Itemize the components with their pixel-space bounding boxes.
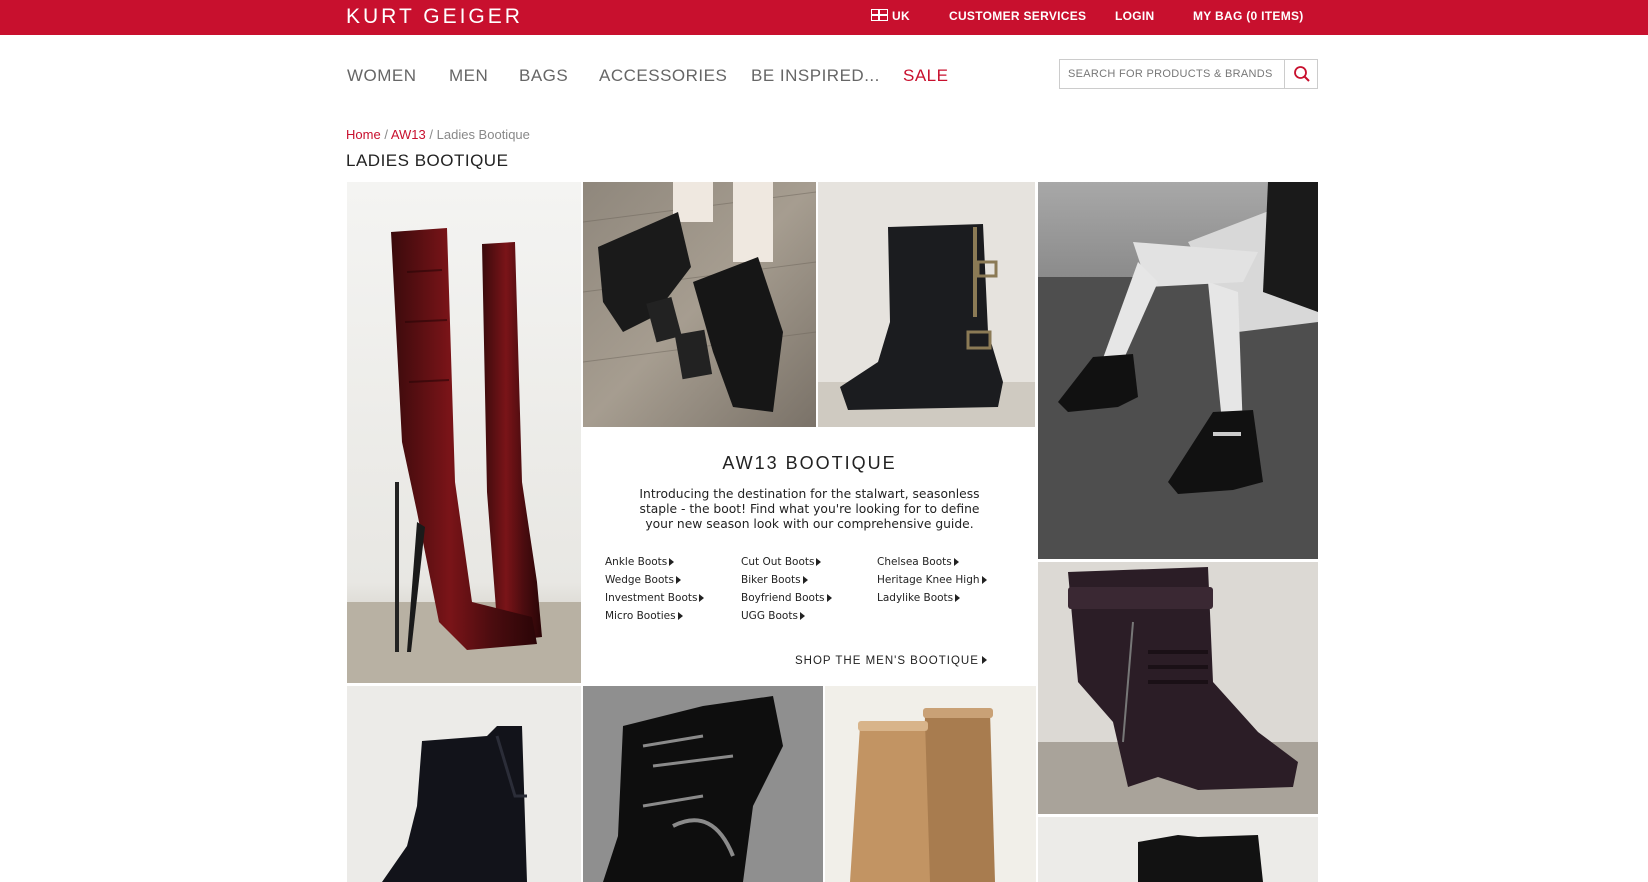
- link-ugg-boots[interactable]: UGG Boots: [741, 610, 805, 622]
- arrow-right-icon: [669, 558, 675, 566]
- breadcrumb: Home / AW13 / Ladies Bootique: [346, 127, 530, 142]
- link-label: Ankle Boots: [605, 556, 668, 568]
- arrow-right-icon: [699, 594, 705, 602]
- nav-bags[interactable]: BAGS: [519, 66, 568, 86]
- arrow-right-icon: [953, 558, 959, 566]
- mens-bootique-link[interactable]: SHOP THE MEN'S BOOTIQUE: [795, 655, 987, 667]
- link-label: Wedge Boots: [605, 574, 674, 586]
- bootique-intro: Introducing the destination for the stal…: [639, 487, 980, 531]
- tile-red-knee-boots[interactable]: [347, 182, 581, 683]
- arrow-right-icon: [955, 594, 961, 602]
- bootique-title: AW13 BOOTIQUE: [722, 453, 897, 473]
- arrow-right-icon: [981, 576, 987, 584]
- link-label: Biker Boots: [741, 574, 801, 586]
- nav-accessories[interactable]: ACCESSORIES: [599, 66, 727, 86]
- link-ankle-boots[interactable]: Ankle Boots: [605, 556, 675, 568]
- arrow-right-icon: [826, 594, 832, 602]
- page-title: LADIES BOOTIQUE: [346, 151, 509, 170]
- nav-women[interactable]: WOMEN: [347, 66, 417, 86]
- customer-services-link[interactable]: CUSTOMER SERVICES: [949, 9, 1086, 23]
- link-label: Ladylike Boots: [877, 592, 954, 604]
- link-heritage-knee-high[interactable]: Heritage Knee High: [877, 574, 987, 586]
- search-input[interactable]: [1060, 60, 1286, 88]
- link-cut-out-boots[interactable]: Cut Out Boots: [741, 556, 822, 568]
- arrow-right-icon: [802, 576, 808, 584]
- top-bar: KURT GEIGER UK CUSTOMER SERVICES LOGIN M…: [0, 0, 1648, 35]
- tile-chelsea-boot[interactable]: [347, 686, 581, 882]
- search-icon: [1294, 66, 1310, 82]
- tile-ankle-boots-model[interactable]: [1038, 182, 1318, 559]
- tile-ugg-boots[interactable]: [825, 686, 1036, 882]
- tile-biker-boot[interactable]: [818, 182, 1035, 427]
- link-label: Investment Boots: [605, 592, 698, 604]
- breadcrumb-current: Ladies Bootique: [436, 127, 530, 142]
- link-label: UGG Boots: [741, 610, 798, 622]
- link-label: Chelsea Boots: [877, 556, 952, 568]
- search-button[interactable]: [1284, 60, 1317, 88]
- link-boyfriend-boots[interactable]: Boyfriend Boots: [741, 592, 832, 604]
- link-ladylike-boots[interactable]: Ladylike Boots: [877, 592, 961, 604]
- arrow-right-icon: [816, 558, 822, 566]
- breadcrumb-aw13[interactable]: AW13: [391, 127, 426, 142]
- breadcrumb-separator: /: [429, 127, 434, 142]
- tile-leather-boot[interactable]: [1038, 817, 1318, 882]
- link-chelsea-boots[interactable]: Chelsea Boots: [877, 556, 959, 568]
- my-bag-link[interactable]: MY BAG (0 ITEMS): [1193, 9, 1304, 23]
- nav-men[interactable]: MEN: [449, 66, 488, 86]
- uk-flag-icon: [871, 9, 888, 21]
- link-wedge-boots[interactable]: Wedge Boots: [605, 574, 681, 586]
- login-link[interactable]: LOGIN: [1115, 9, 1155, 23]
- bootique-panel: AW13 BOOTIQUE Introducing the destinatio…: [583, 429, 1036, 683]
- mens-link-label: SHOP THE MEN'S BOOTIQUE: [795, 655, 979, 667]
- country-label: UK: [892, 9, 910, 23]
- tile-patent-boots[interactable]: [583, 686, 823, 882]
- link-investment-boots[interactable]: Investment Boots: [605, 592, 705, 604]
- nav-sale[interactable]: SALE: [903, 66, 948, 86]
- breadcrumb-home[interactable]: Home: [346, 127, 381, 142]
- arrow-right-icon: [799, 612, 805, 620]
- tile-purple-ankle-boot[interactable]: [1038, 562, 1318, 814]
- link-micro-booties[interactable]: Micro Booties: [605, 610, 683, 622]
- nav-be-inspired[interactable]: BE INSPIRED...: [751, 66, 880, 86]
- arrow-right-icon: [676, 576, 681, 584]
- arrow-right-icon: [677, 612, 683, 620]
- link-label: Boyfriend Boots: [741, 592, 825, 604]
- country-selector[interactable]: UK: [871, 9, 910, 23]
- link-label: Micro Booties: [605, 610, 676, 622]
- tile-cut-out-boots[interactable]: [583, 182, 816, 427]
- breadcrumb-separator: /: [384, 127, 388, 142]
- brand-logo[interactable]: KURT GEIGER: [346, 5, 523, 29]
- link-label: Heritage Knee High: [877, 574, 980, 586]
- link-biker-boots[interactable]: Biker Boots: [741, 574, 808, 586]
- search-box: [1059, 59, 1318, 89]
- arrow-right-icon: [981, 656, 987, 664]
- link-label: Cut Out Boots: [741, 556, 815, 568]
